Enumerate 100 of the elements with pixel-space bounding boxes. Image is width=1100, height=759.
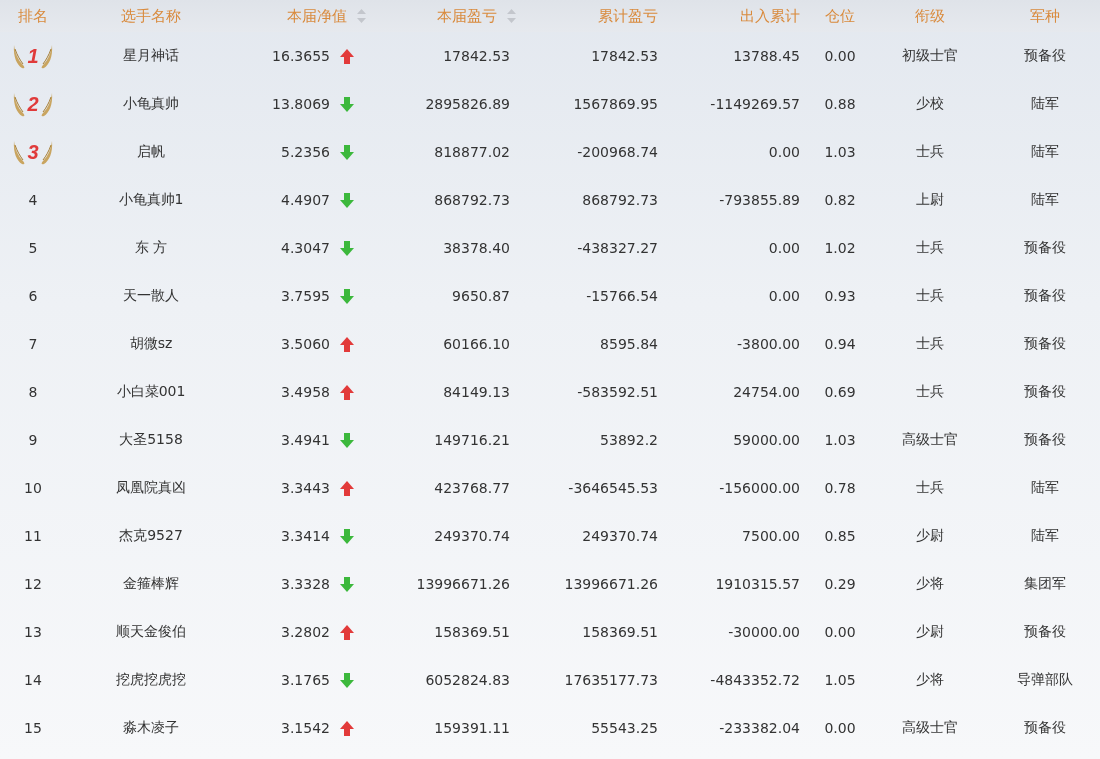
table-cell: 少校	[916, 95, 944, 113]
table-cell: 3.1765	[281, 672, 330, 688]
table-cell: 16.3655	[272, 48, 330, 64]
table-cell: 少尉	[916, 623, 944, 641]
table-cell: 4.3047	[281, 240, 330, 256]
table-cell: 8595.84	[600, 336, 658, 352]
column-header: 累计盈亏	[598, 6, 658, 26]
rank-number: 9	[28, 432, 38, 448]
rank-number: 3	[27, 140, 39, 164]
rank-number: 15	[24, 720, 42, 736]
sort-icon[interactable]	[507, 9, 516, 23]
table-cell: 0.00	[824, 48, 856, 64]
table-cell: 预备役	[1024, 383, 1066, 401]
table-cell: 士兵	[916, 143, 944, 161]
table-cell: 士兵	[916, 479, 944, 497]
rank-number: 8	[28, 384, 38, 400]
column-header[interactable]: 本届净值	[287, 6, 347, 26]
table-cell: 5.2356	[281, 144, 330, 160]
table-cell: 0.00	[768, 144, 800, 160]
table-cell: 1.02	[824, 240, 856, 256]
table-cell: 预备役	[1024, 335, 1066, 353]
rank-number: 14	[24, 672, 42, 688]
table-cell: 少将	[916, 575, 944, 593]
table-cell: 3.1542	[281, 720, 330, 736]
table-cell: 预备役	[1024, 287, 1066, 305]
rank-number: 4	[28, 192, 38, 208]
rank-number: 7	[28, 336, 38, 352]
player-name: 小龟真帅1	[118, 191, 184, 209]
table-cell: -200968.74	[577, 144, 658, 160]
rank-number: 11	[24, 528, 42, 544]
table-cell: 159391.11	[434, 720, 510, 736]
table-cell: 9650.87	[452, 288, 510, 304]
sort-icon[interactable]	[357, 9, 366, 23]
table-cell: 6052824.83	[425, 672, 510, 688]
player-name: 挖虎挖虎挖	[116, 671, 186, 689]
table-cell: 预备役	[1024, 431, 1066, 449]
player-name: 星月神话	[123, 47, 179, 65]
player-name: 东 方	[134, 239, 168, 257]
player-name: 金箍棒辉	[123, 575, 179, 593]
table-cell: 1.03	[824, 144, 856, 160]
table-cell: 少将	[916, 671, 944, 689]
table-cell: 高级士官	[902, 431, 958, 449]
table-cell: 0.93	[824, 288, 856, 304]
table-cell: -3646545.53	[568, 480, 658, 496]
table-cell: 868792.73	[434, 192, 510, 208]
table-cell: -4843352.72	[710, 672, 800, 688]
table-cell: 1910315.57	[715, 576, 800, 592]
player-name: 小白菜001	[116, 383, 186, 401]
table-cell: 预备役	[1024, 47, 1066, 65]
table-cell: 55543.25	[591, 720, 658, 736]
table-cell: 陆军	[1031, 95, 1059, 113]
table-cell: 3.4941	[281, 432, 330, 448]
table-cell: 3.7595	[281, 288, 330, 304]
table-cell: 0.85	[824, 528, 856, 544]
player-name: 淼木凌子	[123, 719, 179, 737]
table-cell: 2895826.89	[425, 96, 510, 112]
rank-number: 2	[27, 92, 39, 116]
player-name: 凤凰院真凶	[116, 479, 186, 497]
column-header[interactable]: 本届盈亏	[437, 6, 497, 26]
table-cell: 13788.45	[733, 48, 800, 64]
column-header: 排名	[18, 6, 48, 26]
table-cell: 818877.02	[434, 144, 510, 160]
table-cell: -233382.04	[719, 720, 800, 736]
player-name: 启帆	[137, 143, 165, 161]
table-cell: 0.00	[768, 288, 800, 304]
player-name: 天一散人	[123, 287, 179, 305]
column-header: 出入累计	[740, 6, 800, 26]
table-cell: 0.82	[824, 192, 856, 208]
table-cell: -3800.00	[737, 336, 800, 352]
column-header: 衔级	[915, 6, 945, 26]
table-cell: -1149269.57	[710, 96, 800, 112]
table-cell: 13.8069	[272, 96, 330, 112]
rank-number: 5	[28, 240, 38, 256]
rank-number: 13	[24, 624, 42, 640]
table-cell: 陆军	[1031, 479, 1059, 497]
rank-number: 12	[24, 576, 42, 592]
table-cell: 陆军	[1031, 191, 1059, 209]
table-cell: 上尉	[916, 191, 944, 209]
player-name: 胡微sz	[129, 335, 173, 353]
table-cell: 53892.2	[600, 432, 658, 448]
table-cell: 0.29	[824, 576, 856, 592]
table-cell: 初级士官	[902, 47, 958, 65]
table-cell: 249370.74	[582, 528, 658, 544]
table-cell: 60166.10	[443, 336, 510, 352]
table-cell: 3.3414	[281, 528, 330, 544]
table-cell: 1.05	[824, 672, 856, 688]
table-cell: 868792.73	[582, 192, 658, 208]
table-cell: 158369.51	[582, 624, 658, 640]
table-cell: -15766.54	[586, 288, 658, 304]
table-cell: 13996671.26	[416, 576, 510, 592]
table-cell: 13996671.26	[564, 576, 658, 592]
table-cell: 4.4907	[281, 192, 330, 208]
table-cell: 158369.51	[434, 624, 510, 640]
table-cell: 3.5060	[281, 336, 330, 352]
rank-number: 1	[27, 44, 39, 68]
table-cell: 0.94	[824, 336, 856, 352]
table-cell: 高级士官	[902, 719, 958, 737]
table-cell: 59000.00	[733, 432, 800, 448]
table-cell: 17635177.73	[564, 672, 658, 688]
table-cell: 149716.21	[434, 432, 510, 448]
